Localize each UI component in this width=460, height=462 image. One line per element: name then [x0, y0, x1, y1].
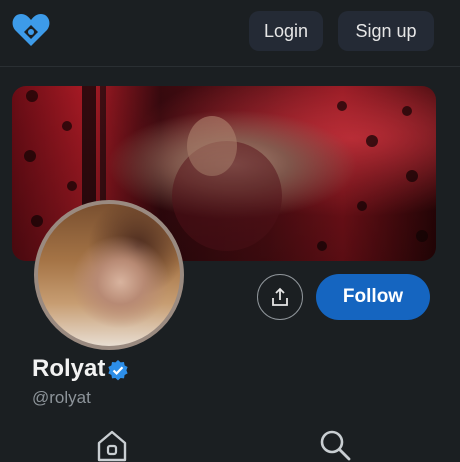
search-icon[interactable] — [318, 428, 352, 462]
profile-handle: @rolyat — [32, 388, 91, 407]
profile-avatar[interactable] — [34, 200, 184, 350]
login-button[interactable]: Login — [249, 11, 323, 51]
profile-name: Rolyat — [32, 355, 106, 382]
verified-check-icon — [108, 360, 128, 381]
share-button[interactable] — [257, 274, 303, 320]
share-icon — [272, 287, 288, 306]
heart-logo-icon[interactable] — [11, 11, 51, 49]
follow-button[interactable]: Follow — [316, 274, 430, 320]
home-icon[interactable] — [95, 428, 129, 462]
top-header: Login Sign up — [0, 0, 460, 67]
signup-button[interactable]: Sign up — [338, 11, 434, 51]
